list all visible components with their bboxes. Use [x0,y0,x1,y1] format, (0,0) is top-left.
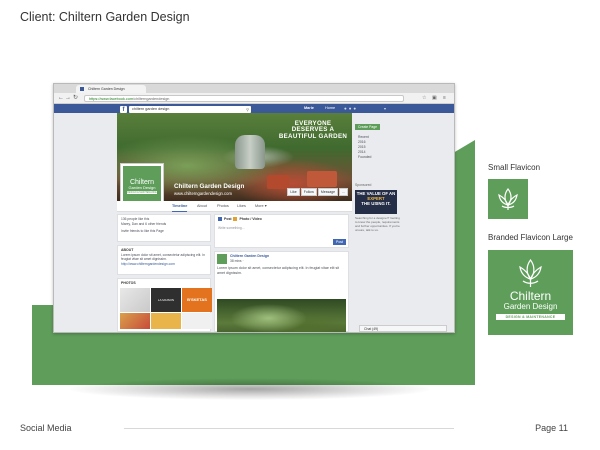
timeline-post: Chiltern Garden Design 38 mins · Lorem i… [214,251,349,332]
brand-subtitle: Garden Design [503,302,558,311]
tab-likes[interactable]: Likes [237,201,246,211]
timeline-years: Recent 2016 2015 2014 Founded [358,135,371,160]
tab-more[interactable]: More ▾ [255,201,267,211]
composer-tab-photo[interactable]: Photo / Video [239,217,261,221]
large-flavicon-label: Branded Flavicon Large [488,233,573,242]
post-button[interactable]: Post [332,239,346,245]
photo-thumbnail[interactable] [120,288,150,312]
sponsored-ad-image[interactable]: THE VALUE OF AN EXPERT THE USING IT. [355,190,397,214]
small-flavicon [488,179,528,219]
brand-name: Chiltern [509,289,552,303]
profile-logo-line1: Chiltern [129,179,155,186]
brand-band: DESIGN & MAINTENANCE [496,314,565,320]
leaf-logo-icon [519,258,542,287]
sponsored-label: Sponsored [355,183,372,187]
facebook-search-input[interactable]: chiltern garden design ⚲ [129,105,251,113]
profile-link[interactable]: Marie [304,106,314,110]
tab-about[interactable]: About [197,201,207,211]
post-text: Lorem ipsum dolor sit amet, consectetur … [217,266,340,275]
photos-card: PHOTOS LA MAISON B'SKETAS [117,278,212,332]
photo-label: B'SKETAS [187,297,207,302]
small-flavicon-label: Small Flavicon [488,163,541,172]
drop-shadow [70,378,430,400]
forward-arrow-icon[interactable]: → [65,94,71,102]
address-bar[interactable]: https://www.facebook.com/chilterngardend… [84,94,404,102]
post-icon [218,217,222,222]
website-link[interactable]: http://www.chilterngardendesign.com [121,262,207,267]
browser-urlbar: ← → ↻ https://www.facebook.com/chilterng… [54,93,454,104]
profile-logo-line2: Garden Design [128,185,156,190]
ad-line2: THE USING IT. [361,200,391,206]
menu-icon[interactable]: ≡ [443,94,446,102]
tab-photos[interactable]: Photos [217,201,229,211]
composer-tabs: Post Photo / Video [218,217,345,222]
more-options-button[interactable]: ... [339,188,348,196]
post-composer: Post Photo / Video Write something... Po… [214,214,349,248]
browser-tabbar: Chiltern Garden Design [54,84,454,100]
home-link[interactable]: Home [325,106,335,110]
composer-input[interactable]: Write something... [218,226,345,231]
year-link[interactable]: Founded [358,155,371,160]
create-page-button[interactable]: Create Page [355,124,381,130]
account-dropdown-icon[interactable]: ▾ [384,106,386,111]
facebook-search-value: chiltern garden design [132,106,170,111]
page-url: www.chilterngardendesign.com [174,191,232,196]
invite-link[interactable]: Invite friends to like this Page [121,229,207,234]
brand-logo: Chiltern Garden Design DESIGN & MAINTENA… [123,166,161,204]
facebook-logo-icon[interactable]: f [120,105,127,113]
leaf-logo-icon [498,188,518,210]
footer-section-label: Social Media [20,423,72,433]
ad-text: Searching for a designer? Getting to kno… [355,216,400,232]
large-flavicon: Chiltern Garden Design DESIGN & MAINTENA… [488,250,573,335]
likes-card: 136 people like this Marey, Dan and 6 ot… [117,214,211,242]
photo-icon [233,217,238,222]
reload-icon[interactable]: ↻ [73,94,78,102]
star-icon[interactable]: ☆ [422,94,426,102]
browser-window: Chiltern Garden Design ← → ↻ https://www… [53,83,455,333]
facebook-favicon-icon [80,87,84,91]
extension-icon[interactable]: ▣ [432,94,437,102]
like-button[interactable]: Like [287,188,300,196]
cover-actions: Like Follow Message... [286,180,348,198]
right-sidebar: Create Page Recent 2016 2015 2014 Founde… [355,113,401,332]
green-backdrop-wedge [452,140,475,310]
profile-logo-line3: DESIGN & MAINTENANCE [127,191,157,194]
post-author-avatar[interactable] [217,254,227,264]
back-arrow-icon[interactable]: ← [58,94,64,102]
browser-tab[interactable]: Chiltern Garden Design [76,85,146,93]
page-name: Chiltern Garden Design [174,183,245,190]
about-card: ABOUT Lorem ipsum dolor sit amet, consec… [117,245,211,275]
url-secure: https://www.facebook.com [89,96,134,101]
about-text: Lorem ipsum dolor sit amet, consectetur … [121,252,205,262]
chat-bar[interactable]: Chat (49) [359,325,447,332]
composer-tab-post[interactable]: Post [224,217,232,221]
client-title: Client: Chiltern Garden Design [20,10,190,24]
url-path: /chilterngardendesign [133,96,170,101]
search-icon[interactable]: ⚲ [246,106,249,113]
follow-button[interactable]: Follow [300,188,317,196]
cover-tagline: EVERYONE DESERVES A BEAUTIFUL GARDEN [278,120,348,140]
photo-thumbnail[interactable] [182,313,212,329]
photo-thumbnail[interactable] [120,313,150,329]
photo-thumbnail[interactable]: B'SKETAS [182,288,212,312]
message-button[interactable]: Message [317,188,339,196]
page-nav: Timeline About Photos Likes More ▾ [117,201,352,212]
likes-friends: Marey, Dan and 6 other friends [121,221,167,226]
photo-label: LA MAISON [157,298,175,302]
footer-divider [124,428,454,429]
page-number: Page 11 [535,423,568,433]
notification-icons[interactable]: ●●● [344,106,358,111]
watering-can-image [235,135,265,169]
browser-tab-title: Chiltern Garden Design [88,87,125,91]
tab-timeline[interactable]: Timeline [172,201,188,212]
post-time[interactable]: 38 mins · [230,259,345,264]
photos-heading: PHOTOS [121,281,136,285]
photo-thumbnail[interactable] [151,313,181,329]
photo-thumbnail[interactable]: LA MAISON [151,288,181,312]
post-image[interactable] [217,299,346,332]
facebook-page-body: EVERYONE DESERVES A BEAUTIFUL GARDEN Chi… [54,113,454,332]
